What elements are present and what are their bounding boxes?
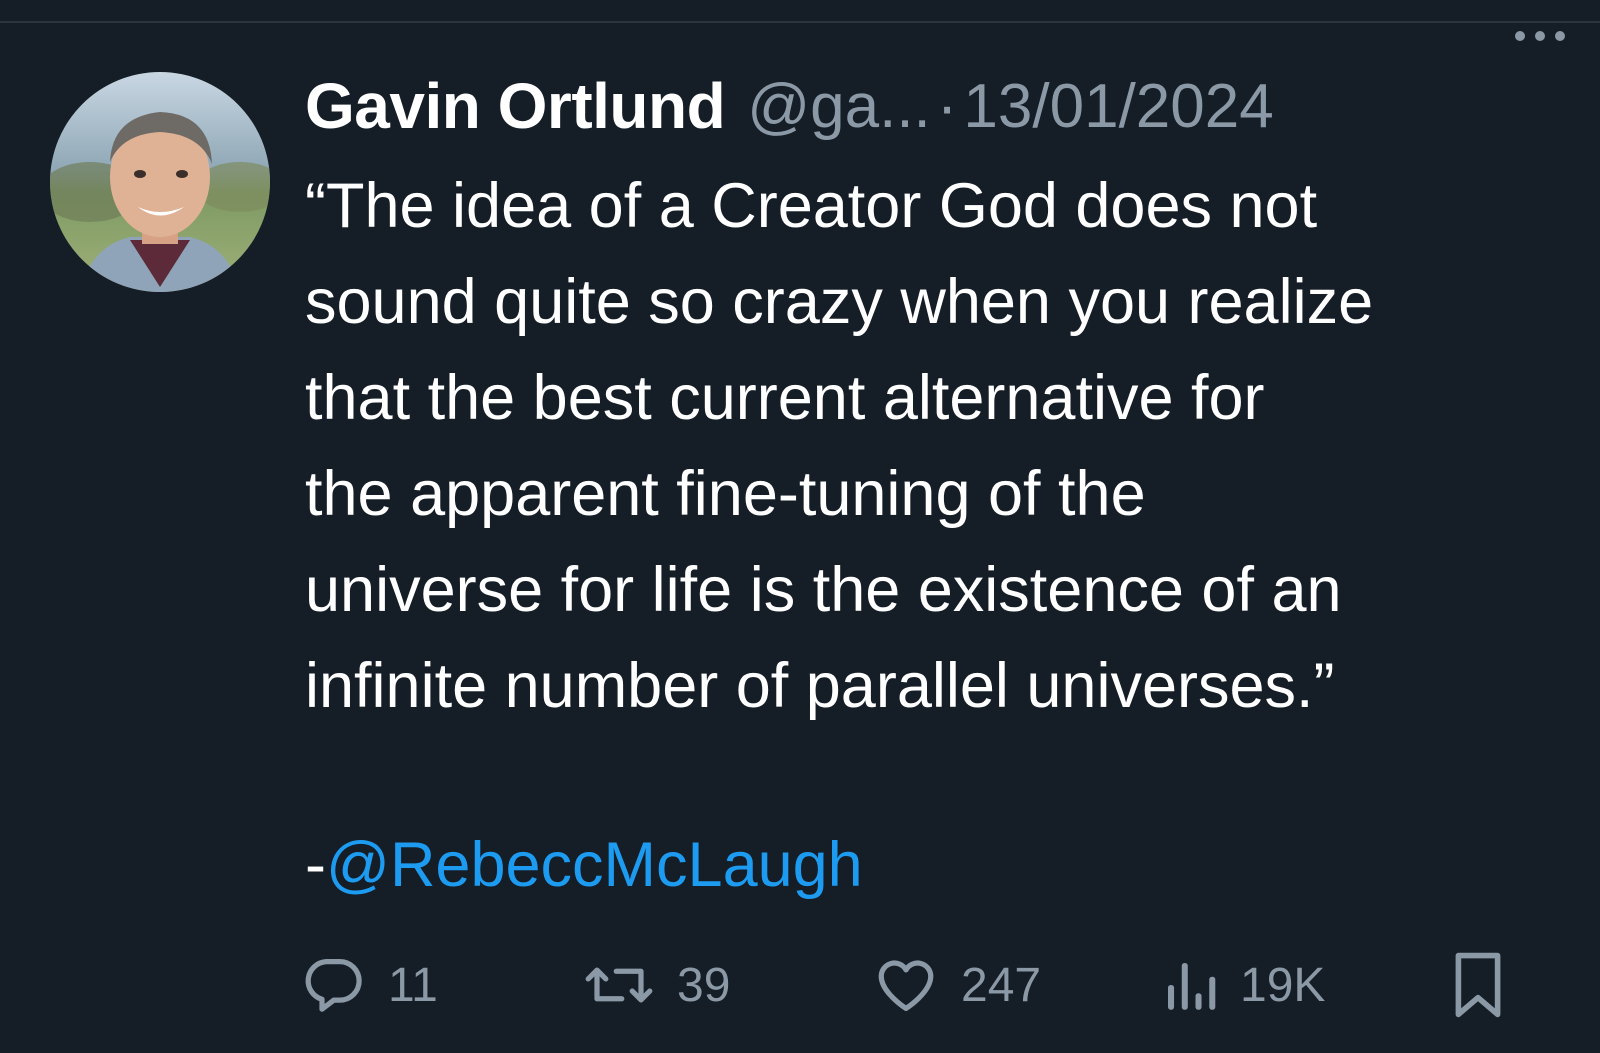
tweet-text-line: that the best current alternative for <box>305 363 1265 433</box>
repost-button[interactable]: 39 <box>583 945 730 1025</box>
tweet-text-line: the apparent fine-tuning of the <box>305 459 1146 529</box>
tweet-text-line: sound quite so crazy when you realize <box>305 267 1374 337</box>
tweet-date[interactable]: 13/01/2024 <box>963 71 1273 142</box>
like-button[interactable]: 247 <box>873 945 1041 1025</box>
tweet-text: “The idea of a Creator God does not soun… <box>305 158 1585 734</box>
reply-count: 11 <box>388 958 438 1012</box>
bookmark-button[interactable] <box>1450 945 1506 1025</box>
tweet-view: Gavin Ortlund @ga... · 13/01/2024 “The i… <box>0 0 1600 1053</box>
reply-icon <box>305 959 362 1012</box>
tweet-text-line: infinite number of parallel universes.” <box>305 651 1335 721</box>
tweet-text-line: universe for life is the existence of an <box>305 555 1342 625</box>
more-icon <box>1515 31 1565 41</box>
tweet-text-line: “The idea of a Creator God does not <box>305 171 1318 241</box>
header-separator: · <box>936 71 958 141</box>
attribution: -@RebeccMcLaugh <box>305 820 863 910</box>
like-count: 247 <box>961 958 1042 1012</box>
bookmark-icon <box>1455 952 1501 1018</box>
author-name[interactable]: Gavin Ortlund <box>305 69 726 143</box>
mention-link[interactable]: @RebeccMcLaugh <box>326 830 863 900</box>
like-icon <box>878 960 934 1011</box>
author-handle[interactable]: @ga... <box>747 71 931 142</box>
views-icon <box>1168 963 1216 1010</box>
repost-count: 39 <box>677 958 731 1012</box>
attribution-prefix: - <box>305 830 326 900</box>
repost-icon <box>585 967 653 1003</box>
avatar[interactable] <box>50 72 270 292</box>
tweet-header: Gavin Ortlund @ga... · 13/01/2024 <box>305 70 1585 142</box>
reply-button[interactable]: 11 <box>300 945 438 1025</box>
views-button[interactable]: 19K <box>1162 945 1325 1025</box>
top-divider <box>0 21 1600 23</box>
avatar-image <box>50 72 270 292</box>
more-button[interactable] <box>1510 24 1570 48</box>
views-count: 19K <box>1240 958 1326 1012</box>
action-bar: 11 39 247 19K <box>300 945 1540 1025</box>
